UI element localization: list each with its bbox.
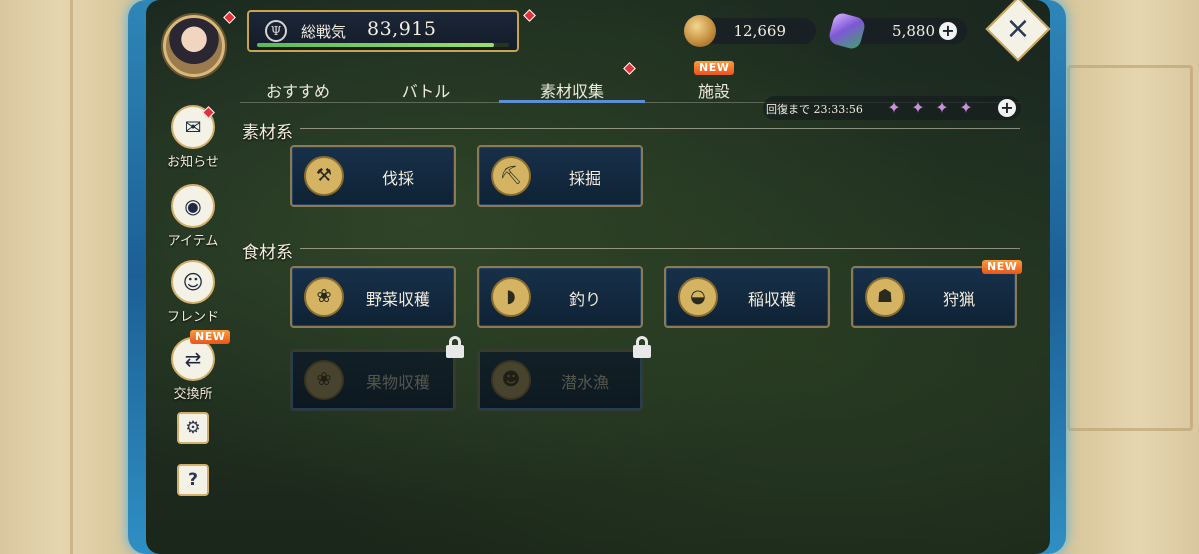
mining-button[interactable]: ⛏ 採掘 bbox=[477, 145, 643, 207]
stamina-recovery: 回復まで 23:33:56 ✦ ✦ ✦ ✦ + bbox=[763, 96, 1021, 120]
section-divider bbox=[300, 248, 1020, 249]
coin-icon bbox=[684, 15, 716, 47]
active-tab-indicator bbox=[499, 100, 645, 103]
power-label: 総戦気 bbox=[301, 23, 347, 41]
stamina-icon: ✦ bbox=[887, 98, 901, 117]
gem-value: 5,880 bbox=[892, 22, 935, 40]
vegetable-harvest-button[interactable]: ❀ 野菜収穫 bbox=[290, 266, 456, 328]
button-label: 採掘 bbox=[568, 169, 601, 188]
logging-button[interactable]: ⚒ 伐採 bbox=[290, 145, 456, 207]
items-button[interactable]: ◉ アイテム bbox=[160, 184, 226, 249]
tab-recommended[interactable]: おすすめ bbox=[225, 78, 371, 102]
parchment-frame-right bbox=[1049, 0, 1199, 554]
trident-icon: Ψ bbox=[265, 20, 287, 42]
lock-icon bbox=[633, 336, 651, 358]
axe-icon: ⚒ bbox=[304, 156, 344, 196]
section-divider bbox=[300, 128, 1020, 129]
button-label: 潜水漁 bbox=[560, 373, 609, 392]
beast-icon: ☗ bbox=[865, 277, 905, 317]
section-title-materials: 素材系 bbox=[242, 123, 293, 143]
gear-icon: ⚙ bbox=[177, 412, 209, 444]
vegetable-icon: ❀ bbox=[304, 277, 344, 317]
coin-value: 12,669 bbox=[733, 22, 787, 40]
exchange-label: 交換所 bbox=[173, 387, 213, 402]
stamina-icon: ✦ bbox=[935, 98, 949, 117]
stamina-icon: ✦ bbox=[959, 98, 973, 117]
new-badge: NEW bbox=[982, 260, 1023, 274]
tab-battle[interactable]: バトル bbox=[353, 78, 499, 102]
bag-icon: ◉ bbox=[171, 184, 215, 228]
button-label: 野菜収穫 bbox=[365, 290, 430, 309]
friends-icon: ☺ bbox=[171, 260, 215, 304]
exchange-button[interactable]: ⇄ 交換所 bbox=[160, 337, 226, 402]
power-value: 83,915 bbox=[367, 18, 437, 40]
fish-icon: ◗ bbox=[491, 277, 531, 317]
fruit-harvest-button[interactable]: ❀ 果物収穫 bbox=[290, 349, 456, 411]
help-icon: ? bbox=[177, 464, 209, 496]
coin-counter: 12,669 bbox=[684, 15, 816, 47]
news-button[interactable]: ✉ お知らせ bbox=[160, 105, 226, 170]
diving-fishing-button[interactable]: ☻ 潜水漁 bbox=[477, 349, 643, 411]
close-icon: × bbox=[1005, 11, 1031, 46]
gem-counter: 5,880 + bbox=[827, 11, 967, 51]
button-label: 稲収穫 bbox=[747, 290, 796, 309]
button-label: 狩猟 bbox=[942, 290, 975, 309]
button-label: 果物収穫 bbox=[365, 373, 430, 392]
friends-label: フレンド bbox=[166, 310, 219, 325]
button-label: 釣り bbox=[568, 290, 601, 309]
section-title-food: 食材系 bbox=[242, 243, 293, 263]
items-label: アイテム bbox=[167, 234, 219, 249]
tab-facilities[interactable]: 施設 bbox=[641, 78, 787, 102]
help-button[interactable]: ? bbox=[160, 464, 226, 496]
settings-button[interactable]: ⚙ bbox=[160, 412, 226, 444]
news-label: お知らせ bbox=[167, 155, 219, 170]
fruit-icon: ❀ bbox=[304, 360, 344, 400]
add-gems-button[interactable]: + bbox=[939, 22, 957, 40]
rice-harvest-button[interactable]: ◒ 稲収穫 bbox=[664, 266, 830, 328]
hunting-button[interactable]: ☗ 狩猟 bbox=[851, 266, 1017, 328]
new-badge: NEW bbox=[190, 330, 231, 344]
lock-icon bbox=[446, 336, 464, 358]
diving-icon: ☻ bbox=[491, 360, 531, 400]
button-label: 伐採 bbox=[381, 169, 414, 188]
pickaxe-icon: ⛏ bbox=[491, 156, 531, 196]
add-stamina-button[interactable]: + bbox=[998, 99, 1016, 117]
power-progress-bar bbox=[257, 43, 509, 47]
tab-material-gathering[interactable]: 素材収集 bbox=[499, 78, 645, 102]
recovery-timer: 回復まで 23:33:56 bbox=[766, 103, 863, 116]
stamina-icon: ✦ bbox=[911, 98, 925, 117]
friends-button[interactable]: ☺ フレンド bbox=[160, 260, 226, 325]
new-badge: NEW bbox=[694, 61, 735, 75]
rice-icon: ◒ bbox=[678, 277, 718, 317]
fishing-button[interactable]: ◗ 釣り bbox=[477, 266, 643, 328]
player-avatar[interactable] bbox=[163, 15, 225, 77]
total-power-panel: Ψ 総戦気 83,915 bbox=[247, 10, 519, 52]
